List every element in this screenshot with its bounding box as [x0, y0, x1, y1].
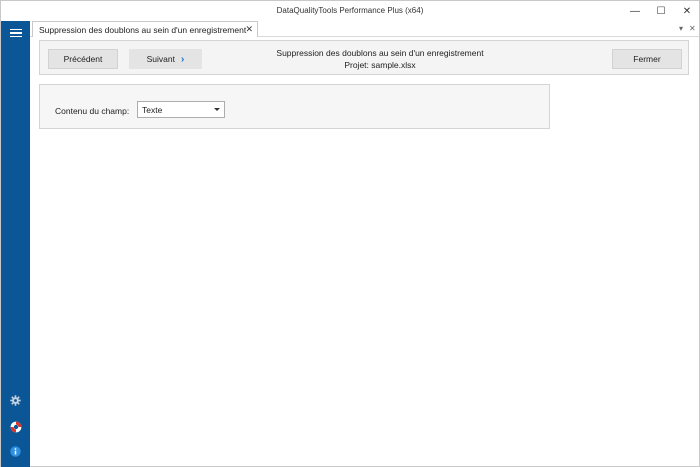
tab-list-dropdown-icon[interactable]: ▾	[679, 24, 683, 33]
chevron-right-icon: ›	[181, 53, 185, 65]
maximize-button[interactable]: ☐	[647, 1, 675, 21]
app-window: DataQualityTools Performance Plus (x64) …	[0, 0, 700, 467]
project-name: Projet: sample.xlsx	[344, 60, 416, 70]
minimize-button[interactable]: —	[621, 1, 649, 21]
tab-strip: Suppression des doublons au sein d'un en…	[30, 21, 699, 37]
menu-icon[interactable]	[1, 21, 30, 45]
previous-button[interactable]: Précédent	[48, 49, 118, 69]
lifebuoy-icon[interactable]	[9, 420, 22, 433]
gear-icon[interactable]	[9, 394, 22, 407]
close-window-button[interactable]: ✕	[673, 1, 700, 21]
select-value: Texte	[142, 104, 163, 115]
window-title: DataQualityTools Performance Plus (x64)	[276, 6, 424, 15]
close-button[interactable]: Fermer	[612, 49, 682, 69]
next-button-label: Suivant	[146, 54, 175, 64]
page-title: Suppression des doublons au sein d'un en…	[270, 47, 490, 71]
page-title-main: Suppression des doublons au sein d'un en…	[276, 48, 484, 58]
info-icon[interactable]	[9, 445, 22, 458]
tabstrip-close-icon[interactable]: ✕	[689, 24, 696, 33]
field-content-label: Contenu du champ:	[55, 106, 130, 116]
title-bar: DataQualityTools Performance Plus (x64) …	[1, 1, 699, 21]
sidebar	[1, 21, 30, 467]
toolbar: Précédent Suivant › Suppression des doub…	[39, 40, 689, 75]
tab-close-icon[interactable]: ✕	[245, 24, 253, 35]
next-button[interactable]: Suivant ›	[129, 49, 202, 69]
tab-label: Suppression des doublons au sein d'un en…	[39, 24, 247, 35]
tab-suppression-doublons[interactable]: Suppression des doublons au sein d'un en…	[32, 21, 258, 37]
field-content-panel: Contenu du champ: Texte	[39, 84, 550, 129]
chevron-down-icon	[214, 108, 220, 111]
field-content-select[interactable]: Texte	[137, 101, 225, 118]
